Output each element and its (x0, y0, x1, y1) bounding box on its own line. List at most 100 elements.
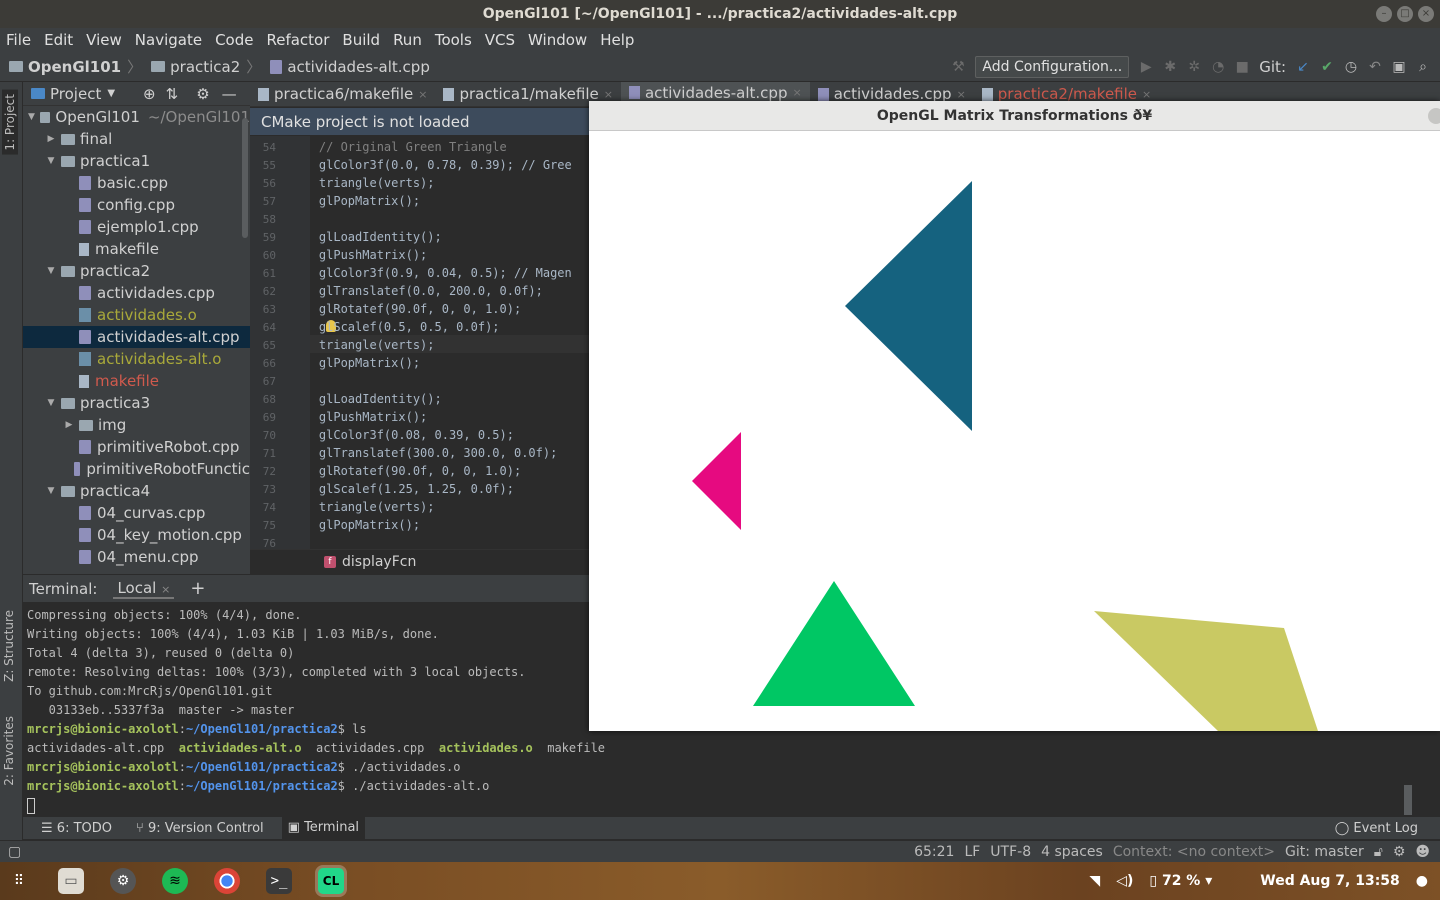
project-view-selector[interactable]: Project (50, 85, 101, 103)
chrome-icon[interactable] (214, 868, 240, 894)
tree-file[interactable]: primitiveRobotFunctic (23, 458, 250, 480)
hammer-icon[interactable]: ⚒ (951, 60, 965, 74)
expanded-arrow-icon[interactable]: ▼ (45, 266, 57, 276)
tree-file[interactable]: basic.cpp (23, 172, 250, 194)
layout-icon[interactable]: ▢ (8, 844, 21, 860)
notifications-icon[interactable]: ☻ (1415, 844, 1430, 860)
clion-icon[interactable]: CL (318, 868, 344, 894)
breadcrumb-file[interactable]: actividades-alt.cpp (261, 58, 430, 76)
tree-file[interactable]: 04_menu.cpp (23, 546, 250, 568)
debug-icon[interactable]: ✱ (1163, 60, 1177, 74)
search-everywhere-icon[interactable]: ⌕ (1416, 60, 1430, 74)
gear-icon[interactable]: ⚙ (196, 85, 209, 103)
close-tab-icon[interactable]: × (792, 86, 801, 99)
tree-file[interactable]: ejemplo1.cpp (23, 216, 250, 238)
event-log-button[interactable]: ◯ Event Log (1329, 821, 1424, 836)
git-update-icon[interactable]: ↙ (1296, 60, 1310, 74)
close-tab-icon[interactable]: × (418, 88, 427, 101)
terminal-tab-local[interactable]: Local × (113, 579, 175, 599)
expanded-arrow-icon[interactable]: ▼ (45, 486, 57, 496)
breadcrumb-root[interactable]: OpenGl101 〉 (0, 56, 142, 77)
version-control-tool-button[interactable]: ⑂ 9: Version Control (130, 821, 270, 836)
menu-file[interactable]: File (6, 31, 31, 49)
spotify-icon[interactable]: ≋ (162, 868, 188, 894)
chevron-down-icon[interactable]: ▼ (107, 88, 115, 99)
tree-folder[interactable]: ▶ final (23, 128, 250, 150)
battery-indicator[interactable]: ▯ 72 % ▾ (1149, 873, 1212, 889)
close-button[interactable]: × (1418, 6, 1434, 22)
tree-folder[interactable]: ▼ practica1 (23, 150, 250, 172)
tree-scrollbar[interactable] (242, 118, 248, 238)
opengl-close-button[interactable] (1428, 108, 1440, 124)
menu-navigate[interactable]: Navigate (135, 31, 202, 49)
menu-window[interactable]: Window (528, 31, 587, 49)
caret-position[interactable]: 65:21 (914, 844, 954, 860)
menu-vcs[interactable]: VCS (485, 31, 515, 49)
tree-file[interactable]: actividades-alt.o (23, 348, 250, 370)
git-branch[interactable]: Git: master (1285, 844, 1364, 860)
settings-icon[interactable]: ⚙ (110, 868, 136, 894)
menu-tools[interactable]: Tools (435, 31, 472, 49)
context-selector[interactable]: Context: <no context> (1113, 844, 1275, 860)
tree-file[interactable]: actividades.o (23, 304, 250, 326)
collapsed-arrow-icon[interactable]: ▶ (45, 134, 57, 144)
git-history-icon[interactable]: ◷ (1344, 60, 1358, 74)
stop-icon[interactable]: ■ (1235, 60, 1249, 74)
opengl-window-titlebar[interactable]: OpenGL Matrix Transformations ð¥ (589, 101, 1440, 131)
tree-folder[interactable]: ▼ practica2 (23, 260, 250, 282)
minimize-button[interactable]: – (1376, 6, 1392, 22)
lock-icon[interactable]: 🔓︎ (1374, 844, 1383, 860)
project-side-tab[interactable]: 1: Project (2, 90, 18, 155)
close-tab-icon[interactable]: × (161, 583, 170, 596)
app-grid-icon[interactable]: ⠿ (6, 868, 32, 894)
maximize-button[interactable]: □ (1397, 6, 1413, 22)
tree-folder[interactable]: ▼ practica4 (23, 480, 250, 502)
run-icon[interactable]: ▶ (1139, 60, 1153, 74)
collapse-all-icon[interactable]: ⇅ (166, 85, 179, 103)
new-terminal-icon[interactable]: + (190, 578, 205, 599)
collapsed-arrow-icon[interactable]: ▶ (63, 420, 75, 430)
terminal-scrollbar[interactable] (1404, 785, 1412, 815)
tree-file[interactable]: 04_key_motion.cpp (23, 524, 250, 546)
tree-file[interactable]: 04_curvas.cpp (23, 502, 250, 524)
files-icon[interactable]: ▭ (58, 868, 84, 894)
tree-folder[interactable]: ▼ OpenGl101 ~/OpenGl101 (23, 106, 250, 128)
close-tab-icon[interactable]: × (604, 88, 613, 101)
terminal-app-icon[interactable]: >_ (266, 868, 292, 894)
close-tab-icon[interactable]: × (1142, 88, 1151, 101)
hide-panel-icon[interactable]: — (222, 85, 237, 103)
line-separator[interactable]: LF (964, 844, 980, 860)
menu-help[interactable]: Help (600, 31, 634, 49)
git-rollback-icon[interactable]: ↶ (1368, 60, 1382, 74)
tree-file[interactable]: config.cpp (23, 194, 250, 216)
code-editor[interactable]: 54 55 56 57 58 59 60 61 62 63 64 65 66 67 68 69 70 71 72 73… (250, 136, 590, 549)
file-encoding[interactable]: UTF-8 (990, 844, 1031, 860)
target-icon[interactable]: ⊕ (143, 85, 156, 103)
menu-refactor[interactable]: Refactor (266, 31, 329, 49)
volume-icon[interactable]: ◁) (1116, 873, 1133, 889)
menu-code[interactable]: Code (215, 31, 253, 49)
inspector-icon[interactable]: ⚙ (1393, 844, 1406, 860)
close-tab-icon[interactable]: × (957, 88, 966, 101)
favorites-side-tab[interactable]: 2: Favorites (2, 716, 16, 786)
git-commit-icon[interactable]: ✔ (1320, 60, 1334, 74)
menu-build[interactable]: Build (342, 31, 380, 49)
tree-file[interactable]: makefile (23, 370, 250, 392)
tree-folder[interactable]: ▶ img (23, 414, 250, 436)
indent-setting[interactable]: 4 spaces (1041, 844, 1103, 860)
tree-folder[interactable]: ▼ practica3 (23, 392, 250, 414)
profile-icon[interactable]: ◔ (1211, 60, 1225, 74)
coverage-icon[interactable]: ✲ (1187, 60, 1201, 74)
tree-file[interactable]: actividades.cpp (23, 282, 250, 304)
todo-tool-button[interactable]: ☰ 6: TODO (35, 821, 118, 836)
menu-run[interactable]: Run (393, 31, 422, 49)
terminal-tool-button[interactable]: ▣ Terminal (281, 817, 366, 839)
tree-file[interactable]: primitiveRobot.cpp (23, 436, 250, 458)
wifi-icon[interactable]: ◥ (1089, 873, 1100, 889)
breadcrumb-folder[interactable]: practica2 〉 (142, 56, 261, 77)
menu-view[interactable]: View (86, 31, 122, 49)
opengl-window[interactable]: OpenGL Matrix Transformations ð¥ (589, 101, 1440, 731)
clock[interactable]: Wed Aug 7, 13:58 (1260, 873, 1400, 889)
expanded-arrow-icon[interactable]: ▼ (45, 156, 57, 166)
expanded-arrow-icon[interactable]: ▼ (45, 398, 57, 408)
